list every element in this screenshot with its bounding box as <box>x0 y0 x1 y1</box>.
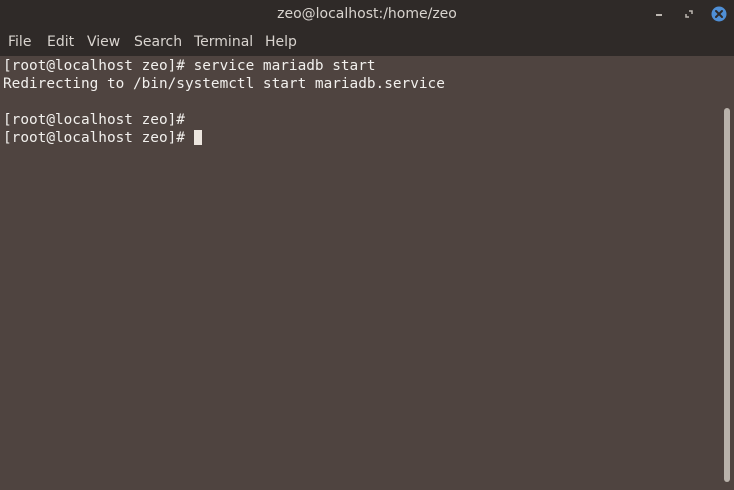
minimize-button[interactable] <box>650 5 668 23</box>
menu-help[interactable]: Help <box>265 34 297 50</box>
maximize-icon <box>685 10 693 18</box>
terminal-prompt-line[interactable]: [root@localhost zeo]# <box>3 129 202 147</box>
terminal-line: Redirecting to /bin/systemctl start mari… <box>3 76 445 92</box>
menu-search[interactable]: Search <box>134 34 182 50</box>
scrollbar-thumb[interactable] <box>724 108 730 482</box>
close-icon <box>711 6 727 22</box>
menu-edit[interactable]: Edit <box>47 34 74 50</box>
terminal-output[interactable]: [root@localhost zeo]# service mariadb st… <box>0 56 722 490</box>
close-button[interactable] <box>710 5 728 23</box>
minimize-icon <box>656 14 662 16</box>
terminal-window: zeo@localhost:/home/zeo File Edit View S… <box>0 0 734 490</box>
terminal-prompt: [root@localhost zeo]# <box>3 130 194 146</box>
menu-bar: File Edit View Search Terminal Help <box>0 28 734 56</box>
text-cursor <box>193 130 202 145</box>
menu-view[interactable]: View <box>87 34 120 50</box>
menu-terminal[interactable]: Terminal <box>194 34 253 50</box>
terminal-line: [root@localhost zeo]# <box>3 112 185 128</box>
title-bar[interactable]: zeo@localhost:/home/zeo <box>0 0 734 28</box>
maximize-button[interactable] <box>680 5 698 23</box>
window-title: zeo@localhost:/home/zeo <box>277 6 457 22</box>
menu-file[interactable]: File <box>8 34 31 50</box>
terminal-line: [root@localhost zeo]# service mariadb st… <box>3 58 376 74</box>
